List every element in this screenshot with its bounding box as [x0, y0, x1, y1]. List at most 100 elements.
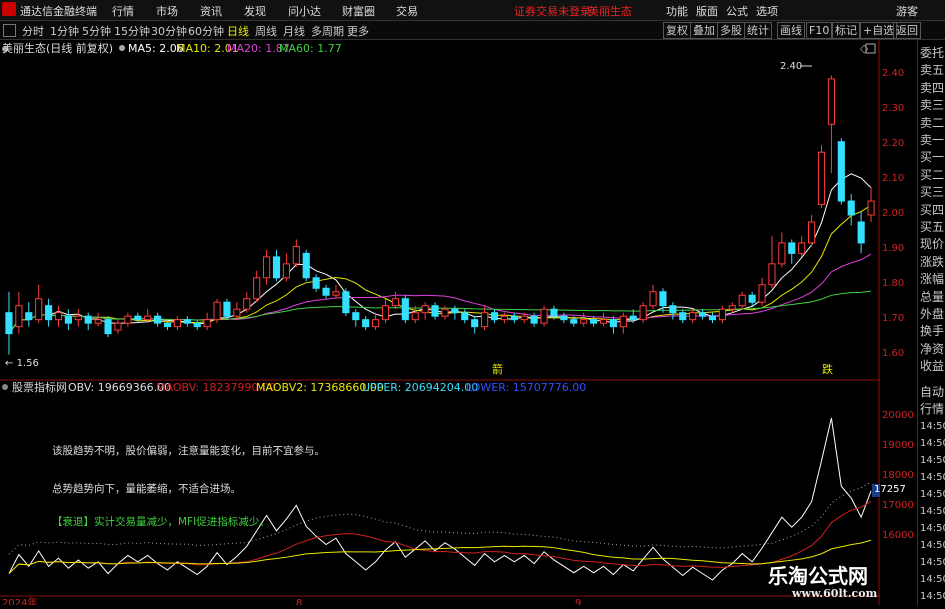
- menu-hangqing[interactable]: 行情: [112, 3, 134, 19]
- candle[interactable]: [233, 308, 241, 317]
- account-label[interactable]: 游客: [896, 3, 918, 19]
- trade-login-status[interactable]: 证券交易未登录: [514, 3, 591, 19]
- candle[interactable]: [560, 315, 568, 321]
- stats-button[interactable]: 统计: [744, 22, 772, 39]
- candle[interactable]: [490, 312, 499, 321]
- candle[interactable]: [857, 221, 865, 244]
- menu-faxian[interactable]: 发现: [244, 3, 266, 19]
- multi-stock-button[interactable]: 多股: [717, 22, 745, 39]
- candle[interactable]: [619, 315, 627, 328]
- candle[interactable]: [25, 312, 33, 321]
- candle[interactable]: [431, 305, 439, 317]
- kline-chart[interactable]: 美丽生态(日线 前复权) MA5: 2.06 MA10: 2.01 MA20: …: [0, 40, 880, 605]
- period-daily[interactable]: 日线: [227, 23, 249, 39]
- candle[interactable]: [302, 252, 310, 279]
- candle[interactable]: [94, 319, 102, 324]
- candle[interactable]: [778, 242, 786, 265]
- candle[interactable]: [272, 256, 281, 279]
- candle[interactable]: [213, 301, 221, 321]
- candle[interactable]: [649, 291, 657, 307]
- candle[interactable]: [372, 319, 380, 328]
- candle[interactable]: [609, 319, 617, 328]
- candle[interactable]: [401, 298, 409, 321]
- candle[interactable]: [718, 308, 726, 321]
- candle[interactable]: [808, 221, 816, 244]
- candle[interactable]: [163, 322, 172, 328]
- candle[interactable]: [758, 284, 766, 303]
- candle[interactable]: [580, 319, 588, 324]
- return-button[interactable]: 返回: [893, 22, 921, 39]
- candle[interactable]: [332, 291, 340, 296]
- candle[interactable]: [550, 308, 558, 317]
- candle[interactable]: [183, 319, 191, 324]
- candle[interactable]: [728, 305, 736, 310]
- candle[interactable]: [599, 319, 608, 324]
- candle[interactable]: [639, 305, 647, 321]
- menu-gongneng[interactable]: 功能: [666, 3, 688, 19]
- candle[interactable]: [292, 245, 300, 265]
- f10-button[interactable]: F10: [806, 22, 833, 39]
- period-more[interactable]: 更多: [347, 23, 369, 39]
- candle[interactable]: [708, 315, 717, 321]
- candle[interactable]: [114, 322, 122, 331]
- period-monthly[interactable]: 月线: [283, 23, 305, 39]
- period-multi[interactable]: 多周期: [311, 23, 344, 39]
- candle[interactable]: [481, 312, 489, 328]
- candle[interactable]: [84, 315, 92, 324]
- mark-button[interactable]: 标记: [832, 22, 860, 39]
- menu-zixun[interactable]: 资讯: [200, 3, 222, 19]
- quote-tab[interactable]: 行情: [920, 402, 944, 417]
- candle[interactable]: [461, 312, 469, 321]
- candle[interactable]: [411, 312, 419, 321]
- candle[interactable]: [124, 315, 132, 324]
- menu-shichang[interactable]: 市场: [156, 3, 178, 19]
- candle[interactable]: [748, 294, 756, 303]
- period-1min[interactable]: 1分钟: [50, 23, 79, 39]
- candle[interactable]: [342, 291, 350, 314]
- candle[interactable]: [471, 319, 479, 328]
- candle[interactable]: [144, 315, 152, 321]
- candle[interactable]: [15, 305, 23, 328]
- candle[interactable]: [768, 263, 776, 286]
- candle[interactable]: [173, 319, 181, 328]
- menu-wenxiaoda[interactable]: 问小达: [288, 3, 321, 19]
- back-icon[interactable]: [3, 24, 16, 37]
- candle[interactable]: [421, 305, 429, 314]
- candle[interactable]: [253, 277, 261, 300]
- quote-tab[interactable]: 自动: [920, 385, 944, 400]
- candle[interactable]: [104, 319, 112, 335]
- candle[interactable]: [352, 312, 360, 321]
- candle[interactable]: [54, 312, 63, 321]
- menu-banmian[interactable]: 版面: [696, 3, 718, 19]
- menu-jiaoyi[interactable]: 交易: [396, 3, 418, 19]
- candle[interactable]: [520, 315, 528, 321]
- candle[interactable]: [530, 315, 538, 324]
- candle[interactable]: [817, 151, 826, 206]
- candle[interactable]: [362, 319, 370, 328]
- candle[interactable]: [193, 322, 201, 328]
- candle[interactable]: [154, 315, 162, 324]
- candle[interactable]: [867, 200, 875, 216]
- candle[interactable]: [540, 308, 548, 324]
- period-15min[interactable]: 15分钟: [114, 23, 150, 39]
- candle[interactable]: [590, 319, 598, 324]
- candle[interactable]: [223, 301, 231, 317]
- period-60min[interactable]: 60分钟: [188, 23, 224, 39]
- candle[interactable]: [798, 242, 806, 254]
- candle[interactable]: [312, 277, 320, 289]
- period-weekly[interactable]: 周线: [255, 23, 277, 39]
- candle[interactable]: [837, 141, 845, 202]
- candle[interactable]: [243, 298, 251, 310]
- menu-caifuquan[interactable]: 财富圈: [342, 3, 375, 19]
- period-30min[interactable]: 30分钟: [151, 23, 187, 39]
- candle[interactable]: [441, 308, 449, 317]
- candle[interactable]: [629, 315, 637, 321]
- candle[interactable]: [738, 294, 746, 307]
- candle[interactable]: [263, 256, 271, 279]
- candle[interactable]: [827, 78, 835, 125]
- candle[interactable]: [5, 312, 13, 335]
- draw-line-button[interactable]: 画线: [777, 22, 805, 39]
- overlay-button[interactable]: 叠加: [690, 22, 718, 39]
- candle[interactable]: [64, 315, 72, 324]
- candle[interactable]: [788, 242, 796, 254]
